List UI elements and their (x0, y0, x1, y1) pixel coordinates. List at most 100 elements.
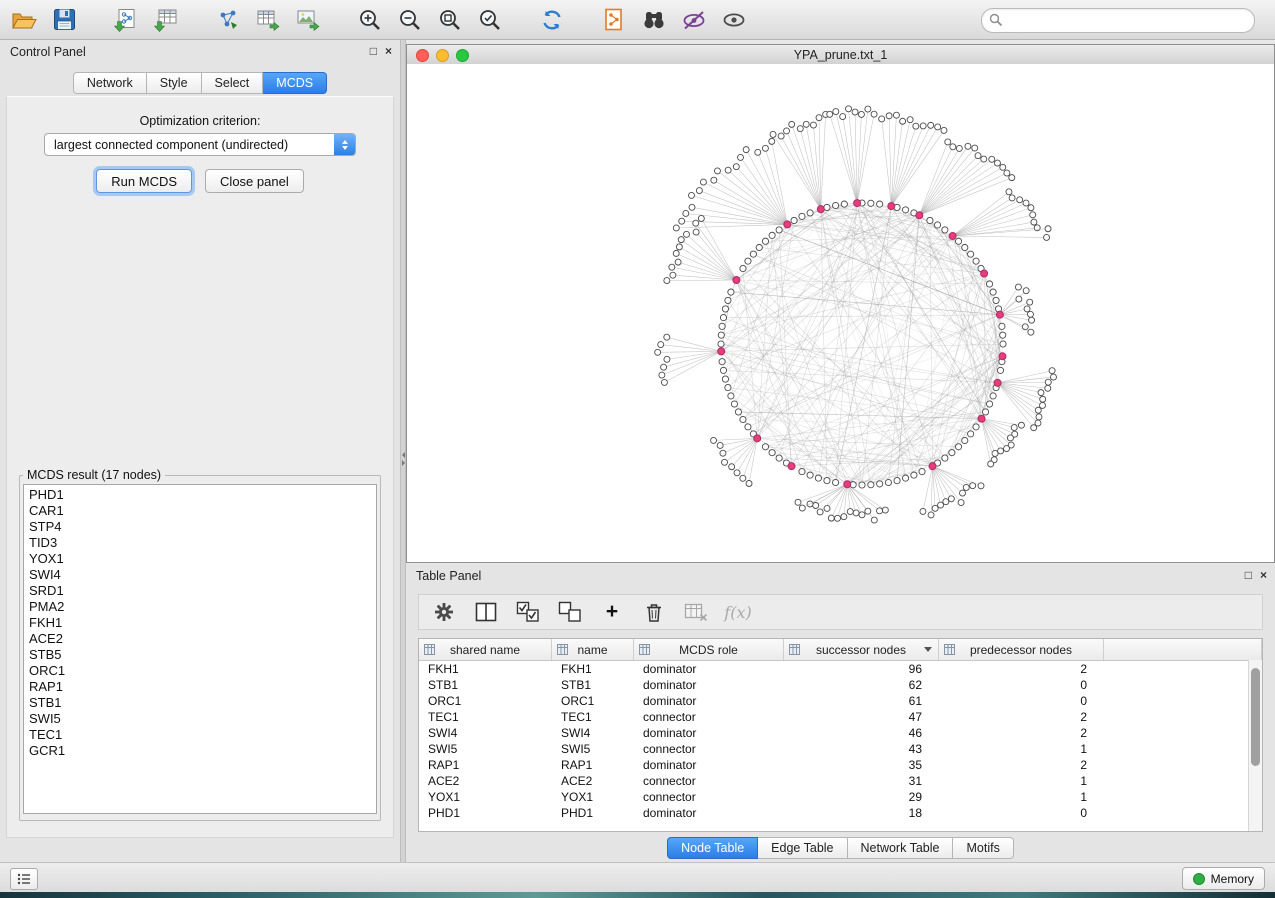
scrollbar-thumb[interactable] (1251, 668, 1260, 766)
column-header-predecessor-nodes[interactable]: predecessor nodes (939, 639, 1104, 660)
zoom-in-button[interactable] (354, 4, 386, 36)
table-row[interactable]: PHD1PHD1dominator180 (419, 805, 1262, 821)
export-image-button[interactable] (292, 4, 324, 36)
import-network-icon (113, 7, 139, 33)
column-attribute-icon (639, 644, 650, 655)
table-row[interactable]: STB1STB1dominator620 (419, 677, 1262, 693)
mcds-result-item[interactable]: TEC1 (29, 727, 376, 743)
mcds-result-item[interactable]: PHD1 (29, 487, 376, 503)
float-panel-icon[interactable]: □ (370, 44, 377, 58)
cell-predecessor-nodes: 2 (939, 758, 1104, 772)
table-row[interactable]: YOX1YOX1connector291 (419, 789, 1262, 805)
mcds-result-item[interactable]: TID3 (29, 535, 376, 551)
zoom-out-button[interactable] (394, 4, 426, 36)
export-network-button[interactable] (212, 4, 244, 36)
mcds-result-item[interactable]: RAP1 (29, 679, 376, 695)
show-eye-button[interactable] (718, 4, 750, 36)
tab-select[interactable]: Select (202, 72, 264, 94)
search-input[interactable] (1006, 10, 1248, 31)
table-row[interactable]: FKH1FKH1dominator962 (419, 661, 1262, 677)
cell-MCDS-role: dominator (634, 726, 784, 740)
float-table-panel-icon[interactable]: □ (1245, 568, 1252, 582)
refresh-layout-button[interactable] (536, 4, 568, 36)
export-image-icon (295, 7, 321, 33)
mcds-result-item[interactable]: PMA2 (29, 599, 376, 615)
show-columns-button[interactable] (473, 599, 499, 625)
cell-shared-name: YOX1 (419, 790, 552, 804)
tab-network[interactable]: Network (73, 72, 147, 94)
run-mcds-button[interactable]: Run MCDS (96, 169, 192, 193)
table-tab-node-table[interactable]: Node Table (667, 837, 758, 859)
mcds-result-item[interactable]: STP4 (29, 519, 376, 535)
cell-shared-name: SWI4 (419, 726, 552, 740)
table-scrollbar[interactable] (1248, 660, 1262, 831)
table-settings-button[interactable] (431, 599, 457, 625)
zoom-selected-button[interactable] (474, 4, 506, 36)
column-header-name[interactable]: name (552, 639, 634, 660)
column-attribute-icon (789, 644, 800, 655)
table-row[interactable]: ORC1ORC1dominator610 (419, 693, 1262, 709)
cell-successor-nodes: 29 (784, 790, 939, 804)
table-row[interactable]: SWI5SWI5connector431 (419, 741, 1262, 757)
mcds-result-item[interactable]: SWI4 (29, 567, 376, 583)
close-panel-button[interactable]: Close panel (205, 169, 304, 193)
delete-column-button[interactable] (641, 599, 667, 625)
add-column-button[interactable]: + (599, 599, 625, 625)
column-header-shared-name[interactable]: shared name (419, 639, 552, 660)
cell-predecessor-nodes: 2 (939, 710, 1104, 724)
delete-table-button-disabled[interactable] (683, 599, 709, 625)
mcds-result-item[interactable]: SWI5 (29, 711, 376, 727)
table-row[interactable]: SWI4SWI4dominator462 (419, 725, 1262, 741)
zoom-fit-button[interactable] (434, 4, 466, 36)
select-all-rows-button[interactable] (515, 599, 541, 625)
cell-name: STB1 (552, 678, 634, 692)
column-header-successor-nodes[interactable]: successor nodes (784, 639, 939, 660)
table-tab-edge-table[interactable]: Edge Table (758, 837, 847, 859)
cell-name: FKH1 (552, 662, 634, 676)
tab-style[interactable]: Style (147, 72, 202, 94)
close-table-panel-icon[interactable]: × (1260, 568, 1267, 582)
close-panel-icon[interactable]: × (385, 44, 392, 58)
table-row[interactable]: TEC1TEC1connector472 (419, 709, 1262, 725)
mcds-result-item[interactable]: CAR1 (29, 503, 376, 519)
criterion-dropdown[interactable]: largest connected component (undirected) (44, 133, 356, 156)
export-table-button[interactable] (252, 4, 284, 36)
mcds-result-item[interactable]: GCR1 (29, 743, 376, 759)
mcds-result-item[interactable]: STB1 (29, 695, 376, 711)
cell-MCDS-role: dominator (634, 662, 784, 676)
memory-button[interactable]: Memory (1182, 867, 1265, 890)
column-header-MCDS-role[interactable]: MCDS role (634, 639, 784, 660)
save-session-button[interactable] (48, 4, 80, 36)
cell-MCDS-role: connector (634, 774, 784, 788)
export-document-button[interactable] (598, 4, 630, 36)
table-row[interactable]: ACE2ACE2connector311 (419, 773, 1262, 789)
import-network-button[interactable] (110, 4, 142, 36)
cell-shared-name: SWI5 (419, 742, 552, 756)
network-graph[interactable] (407, 64, 1274, 562)
mcds-result-item[interactable]: YOX1 (29, 551, 376, 567)
mcds-result-item[interactable]: STB5 (29, 647, 376, 663)
mcds-result-item[interactable]: FKH1 (29, 615, 376, 631)
search-network-button[interactable] (638, 4, 670, 36)
table-tab-motifs[interactable]: Motifs (953, 837, 1013, 859)
cell-MCDS-role: dominator (634, 806, 784, 820)
open-file-button[interactable] (8, 4, 40, 36)
deselect-all-rows-button[interactable] (557, 599, 583, 625)
import-table-button[interactable] (150, 4, 182, 36)
show-panel-list-button[interactable] (10, 868, 38, 890)
hide-glasses-button[interactable] (678, 4, 710, 36)
column-header-label: successor nodes (816, 643, 906, 657)
splitter-handle-icon[interactable] (401, 452, 405, 470)
table-tab-network-table[interactable]: Network Table (848, 837, 954, 859)
table-row[interactable]: RAP1RAP1dominator352 (419, 757, 1262, 773)
network-window-titlebar[interactable]: YPA_prune.txt_1 (407, 45, 1274, 65)
cell-shared-name: ACE2 (419, 774, 552, 788)
function-builder-button-disabled[interactable]: f(x) (725, 599, 751, 625)
mcds-result-item[interactable]: SRD1 (29, 583, 376, 599)
mcds-result-item[interactable]: ORC1 (29, 663, 376, 679)
column-header-empty (1104, 639, 1262, 660)
network-canvas[interactable] (407, 64, 1274, 562)
tab-mcds[interactable]: MCDS (263, 72, 327, 94)
cell-shared-name: FKH1 (419, 662, 552, 676)
mcds-result-item[interactable]: ACE2 (29, 631, 376, 647)
